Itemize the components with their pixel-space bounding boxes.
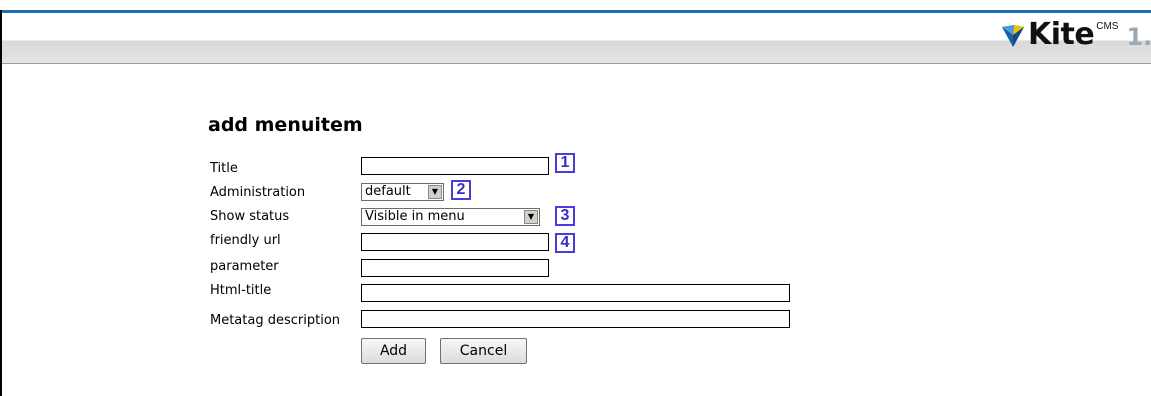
callout-2: 2	[451, 180, 471, 200]
metatag-description-input[interactable]	[361, 310, 790, 328]
page-title: add menuitem	[208, 114, 363, 136]
logo: Kite CMS 1.1	[1000, 17, 1151, 57]
title-label: Title	[210, 161, 238, 176]
header-bar	[2, 13, 1151, 63]
header-divider	[2, 63, 1151, 64]
brand-superscript: CMS	[1096, 21, 1119, 32]
show-status-selected-value: Visible in menu	[365, 209, 465, 224]
callout-4: 4	[555, 233, 575, 253]
friendly-url-input[interactable]	[361, 233, 549, 251]
callout-1: 1	[555, 153, 575, 173]
parameter-label: parameter	[210, 259, 279, 274]
show-status-label: Show status	[210, 209, 290, 224]
chevron-down-icon[interactable]: ▼	[524, 210, 538, 224]
html-title-label: Html-title	[210, 283, 272, 298]
friendly-url-label: friendly url	[210, 233, 281, 248]
show-status-select[interactable]: Visible in menu ▼	[361, 208, 540, 226]
administration-select[interactable]: default ▼	[361, 183, 444, 201]
administration-selected-value: default	[365, 184, 411, 199]
left-border	[0, 10, 2, 396]
title-input[interactable]	[361, 157, 549, 175]
cancel-button[interactable]: Cancel	[440, 338, 527, 364]
add-button[interactable]: Add	[361, 338, 426, 364]
brand-name: Kite	[1028, 17, 1095, 52]
administration-label: Administration	[210, 185, 306, 200]
callout-3: 3	[555, 206, 575, 226]
kite-logo-icon	[1002, 25, 1024, 47]
html-title-input[interactable]	[361, 284, 790, 302]
version-label: 1.1	[1126, 23, 1151, 51]
metatag-description-label: Metatag description	[210, 313, 341, 328]
parameter-input[interactable]	[361, 259, 549, 277]
chevron-down-icon[interactable]: ▼	[428, 185, 442, 199]
